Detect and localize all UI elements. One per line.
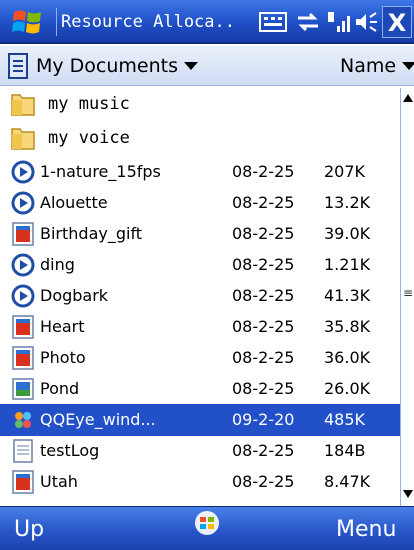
file-date: 08-2-25 bbox=[232, 162, 295, 181]
file-date: 08-2-25 bbox=[232, 379, 295, 398]
vertical-scrollbar[interactable]: ≡ bbox=[400, 88, 414, 506]
folder-dropdown[interactable]: My Documents bbox=[8, 52, 199, 80]
file-name: Heart bbox=[40, 317, 85, 336]
media-file-icon bbox=[11, 253, 35, 277]
file-name: Dogbark bbox=[40, 286, 109, 305]
file-item[interactable]: ding 08-2-25 1.21K bbox=[0, 249, 400, 281]
file-item[interactable]: 1-nature_15fps 08-2-25 207K bbox=[0, 156, 400, 188]
file-size: 1.21K bbox=[324, 255, 371, 274]
file-item[interactable]: Heart 08-2-25 35.8K bbox=[0, 311, 400, 343]
file-size: 35.8K bbox=[324, 317, 371, 336]
file-date: 08-2-25 bbox=[232, 348, 295, 367]
text-file-icon bbox=[13, 439, 33, 463]
file-name: Photo bbox=[40, 348, 86, 367]
file-size: 207K bbox=[324, 162, 366, 181]
file-name: QQEye_wind... bbox=[40, 410, 156, 429]
folder-item[interactable]: my music bbox=[0, 88, 400, 120]
list-header: My Documents Name bbox=[0, 46, 414, 86]
folder-label: My Documents bbox=[36, 55, 179, 77]
picture-file-icon bbox=[12, 378, 34, 400]
file-date: 08-2-25 bbox=[232, 193, 295, 212]
file-size: 26.0K bbox=[324, 379, 371, 398]
windows-logo-icon[interactable] bbox=[193, 509, 221, 537]
executable-file-icon bbox=[15, 412, 31, 428]
windows-start-icon[interactable] bbox=[10, 6, 46, 38]
file-name: ding bbox=[40, 255, 75, 274]
volume-icon[interactable] bbox=[352, 8, 380, 36]
document-icon bbox=[8, 53, 28, 79]
file-list[interactable]: my music my voice 1-nature_15fps 08-2-25… bbox=[0, 88, 400, 506]
scroll-thumb[interactable]: ≡ bbox=[402, 284, 414, 302]
window-title: Resource Alloca.. bbox=[56, 8, 252, 36]
folder-name: my voice bbox=[48, 128, 130, 148]
file-date: 08-2-25 bbox=[232, 441, 295, 460]
file-date: 09-2-20 bbox=[232, 410, 295, 429]
media-file-icon bbox=[11, 191, 35, 215]
file-item[interactable]: testLog 08-2-25 184B bbox=[0, 435, 400, 467]
keyboard-icon[interactable] bbox=[258, 8, 288, 36]
file-item-selected[interactable]: QQEye_wind... 09-2-20 485K bbox=[0, 404, 400, 436]
chevron-down-icon bbox=[184, 62, 199, 70]
file-name: Birthday_gift bbox=[40, 224, 143, 243]
file-size: 8.47K bbox=[324, 472, 371, 491]
file-name: Pond bbox=[40, 379, 80, 398]
sort-label: Name bbox=[340, 55, 397, 77]
file-item[interactable]: Utah 08-2-25 8.47K bbox=[0, 466, 400, 498]
file-item[interactable]: Photo 08-2-25 36.0K bbox=[0, 342, 400, 374]
title-bar: Resource Alloca.. X bbox=[0, 0, 414, 44]
file-item[interactable]: Pond 08-2-25 26.0K bbox=[0, 373, 400, 405]
file-date: 08-2-25 bbox=[232, 255, 295, 274]
softkey-bar: Up Menu bbox=[0, 506, 414, 550]
file-date: 08-2-25 bbox=[232, 286, 295, 305]
file-size: 184B bbox=[324, 441, 366, 460]
file-date: 08-2-25 bbox=[232, 317, 295, 336]
media-file-icon bbox=[11, 160, 35, 184]
file-item[interactable]: Dogbark 08-2-25 41.3K bbox=[0, 280, 400, 312]
image-file-icon bbox=[12, 315, 34, 339]
folder-item[interactable]: my voice bbox=[0, 122, 400, 154]
file-item[interactable]: Alouette 08-2-25 13.2K bbox=[0, 187, 400, 219]
file-size: 13.2K bbox=[324, 193, 371, 212]
image-file-icon bbox=[12, 346, 34, 370]
menu-softkey[interactable]: Menu bbox=[336, 517, 396, 542]
scroll-up-icon[interactable] bbox=[402, 90, 414, 106]
folder-name: my music bbox=[48, 94, 130, 114]
folder-icon bbox=[11, 94, 35, 116]
image-file-icon bbox=[12, 222, 34, 246]
folder-icon bbox=[11, 128, 35, 150]
file-item[interactable]: Birthday_gift 08-2-25 39.0K bbox=[0, 218, 400, 250]
up-softkey[interactable]: Up bbox=[14, 517, 44, 542]
file-name: 1-nature_15fps bbox=[40, 162, 161, 181]
file-name: testLog bbox=[40, 441, 100, 460]
file-name: Utah bbox=[40, 472, 78, 491]
connectivity-icon[interactable] bbox=[294, 8, 322, 36]
sort-dropdown[interactable]: Name bbox=[340, 52, 414, 80]
media-file-icon bbox=[11, 284, 35, 308]
file-size: 485K bbox=[324, 410, 366, 429]
close-button[interactable]: X bbox=[382, 6, 412, 38]
signal-strength-icon[interactable] bbox=[326, 8, 350, 36]
scroll-down-icon[interactable] bbox=[402, 486, 414, 502]
file-size: 39.0K bbox=[324, 224, 371, 243]
chevron-down-icon bbox=[402, 62, 414, 70]
file-size: 36.0K bbox=[324, 348, 371, 367]
file-size: 41.3K bbox=[324, 286, 371, 305]
file-date: 08-2-25 bbox=[232, 224, 295, 243]
file-date: 08-2-25 bbox=[232, 472, 295, 491]
file-name: Alouette bbox=[40, 193, 108, 212]
image-file-icon bbox=[12, 470, 34, 494]
